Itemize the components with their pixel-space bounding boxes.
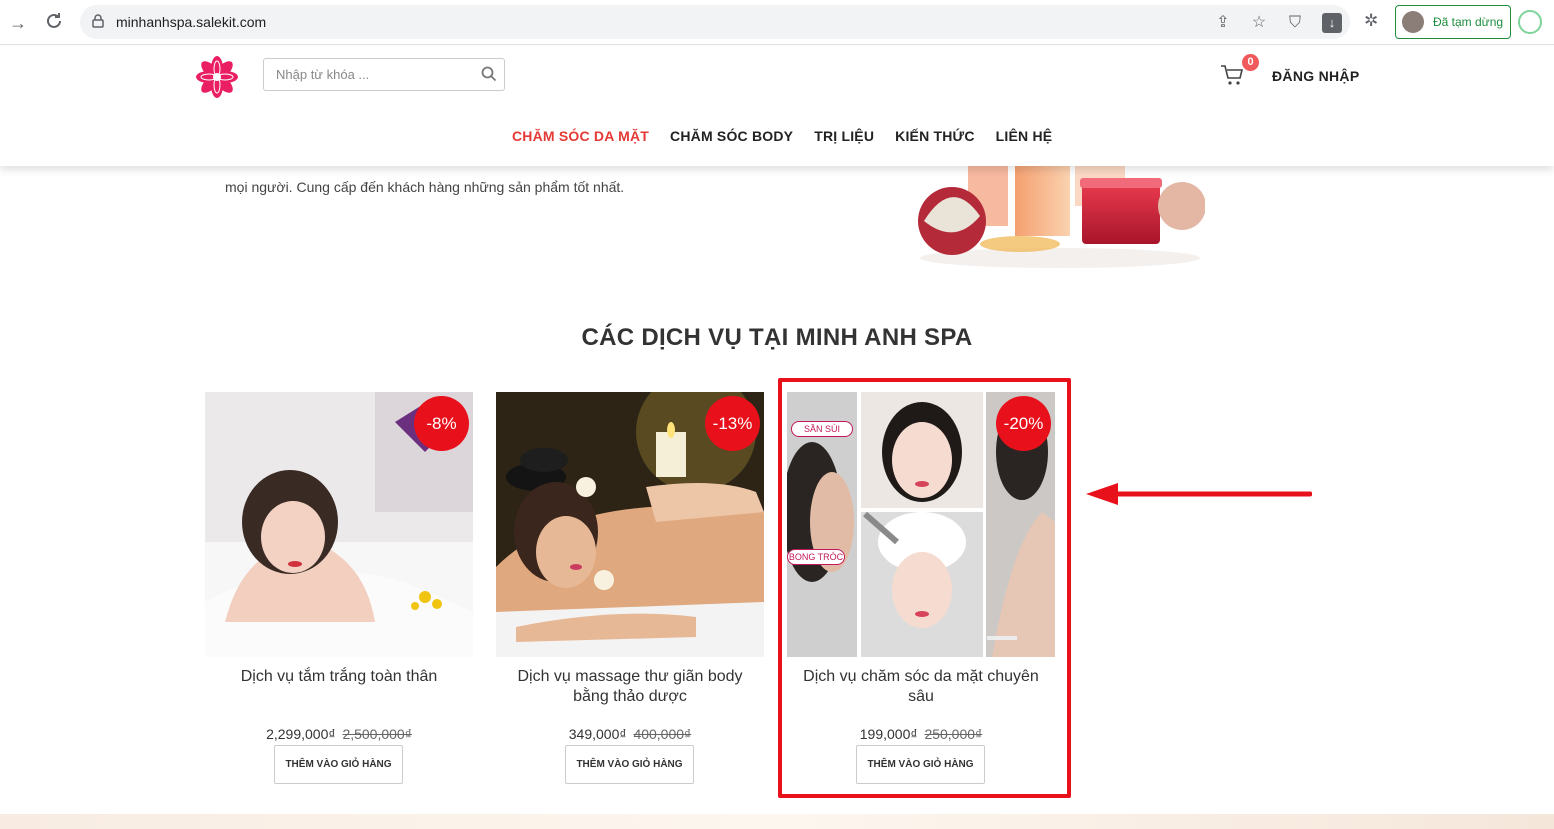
browser-toolbar: → minhanhspa.salekit.com ⇪ ☆ ⛉ ↓ ✲ Đã tạ… [0,0,1554,45]
profile-status: Đã tạm dừng [1433,15,1504,29]
nav-item-facial-care[interactable]: CHĂM SÓC DA MẶT [512,128,649,144]
address-bar[interactable]: minhanhspa.salekit.com ⇪ ☆ ⛉ ↓ [80,5,1350,39]
lock-icon [92,14,104,28]
forward-icon[interactable]: → [6,11,30,35]
arrow-left-icon [1086,483,1312,505]
highlight-box [778,378,1071,798]
nav-item-body-care[interactable]: CHĂM SÓC BODY [670,128,793,144]
logo-flower-icon[interactable] [196,56,238,98]
search-input[interactable] [264,59,474,90]
cart-count-badge: 0 [1242,54,1259,71]
share-icon[interactable]: ⇪ [1213,13,1233,33]
url-text: minhanhspa.salekit.com [116,14,267,30]
download-icon[interactable]: ↓ [1322,13,1342,33]
main-nav: CHĂM SÓC DA MẶT CHĂM SÓC BODY TRỊ LIỆU K… [512,128,1073,144]
search-box [263,58,505,91]
avatar [1402,11,1424,33]
status-ring-icon[interactable] [1518,10,1542,34]
bookmark-star-icon[interactable]: ☆ [1249,13,1269,33]
current-price: 2,299,000₫ [266,726,336,742]
nav-item-therapy[interactable]: TRỊ LIỆU [814,128,874,144]
old-price: 2,500,000₫ [342,726,412,742]
cart-icon[interactable] [1220,64,1244,86]
footer-banner-strip [0,814,1554,829]
extensions-icon[interactable]: ✲ [1364,11,1378,31]
product-price: 349,000₫ 400,000₫ [496,726,764,742]
product-price: 2,299,000₫ 2,500,000₫ [205,726,473,742]
current-price: 349,000₫ [568,726,627,742]
product-card[interactable]: -8% Dịch vụ tắm trắng toàn thân 2,299,00… [205,392,473,792]
shield-icon[interactable]: ⛉ [1285,13,1305,33]
nav-item-contact[interactable]: LIÊN HỆ [996,128,1053,144]
section-title: CÁC DỊCH VỤ TẠI MINH ANH SPA [581,324,973,351]
reload-icon[interactable] [42,11,66,35]
nav-item-knowledge[interactable]: KIẾN THỨC [895,128,975,144]
product-title[interactable]: Dịch vụ massage thư giãn body bằng thảo … [504,667,756,707]
add-to-cart-button[interactable]: THÊM VÀO GIỎ HÀNG [274,745,403,784]
add-to-cart-button[interactable]: THÊM VÀO GIỎ HÀNG [565,745,694,784]
search-icon[interactable] [481,66,497,82]
intro-text: mọi người. Cung cấp đến khách hàng những… [225,179,625,195]
hero-cosmetics-image [918,166,1205,268]
discount-badge: -13% [705,396,760,451]
discount-badge: -8% [414,396,469,451]
product-title[interactable]: Dịch vụ tắm trắng toàn thân [213,667,465,687]
old-price: 400,000₫ [633,726,692,742]
profile-button[interactable]: Đã tạm dừng [1395,5,1511,39]
product-card[interactable]: -13% Dịch vụ massage thư giãn body bằng … [496,392,764,792]
site-header: 0 ĐĂNG NHẬP CHĂM SÓC DA MẶT CHĂM SÓC BOD… [0,46,1554,166]
login-link[interactable]: ĐĂNG NHẬP [1272,68,1359,84]
